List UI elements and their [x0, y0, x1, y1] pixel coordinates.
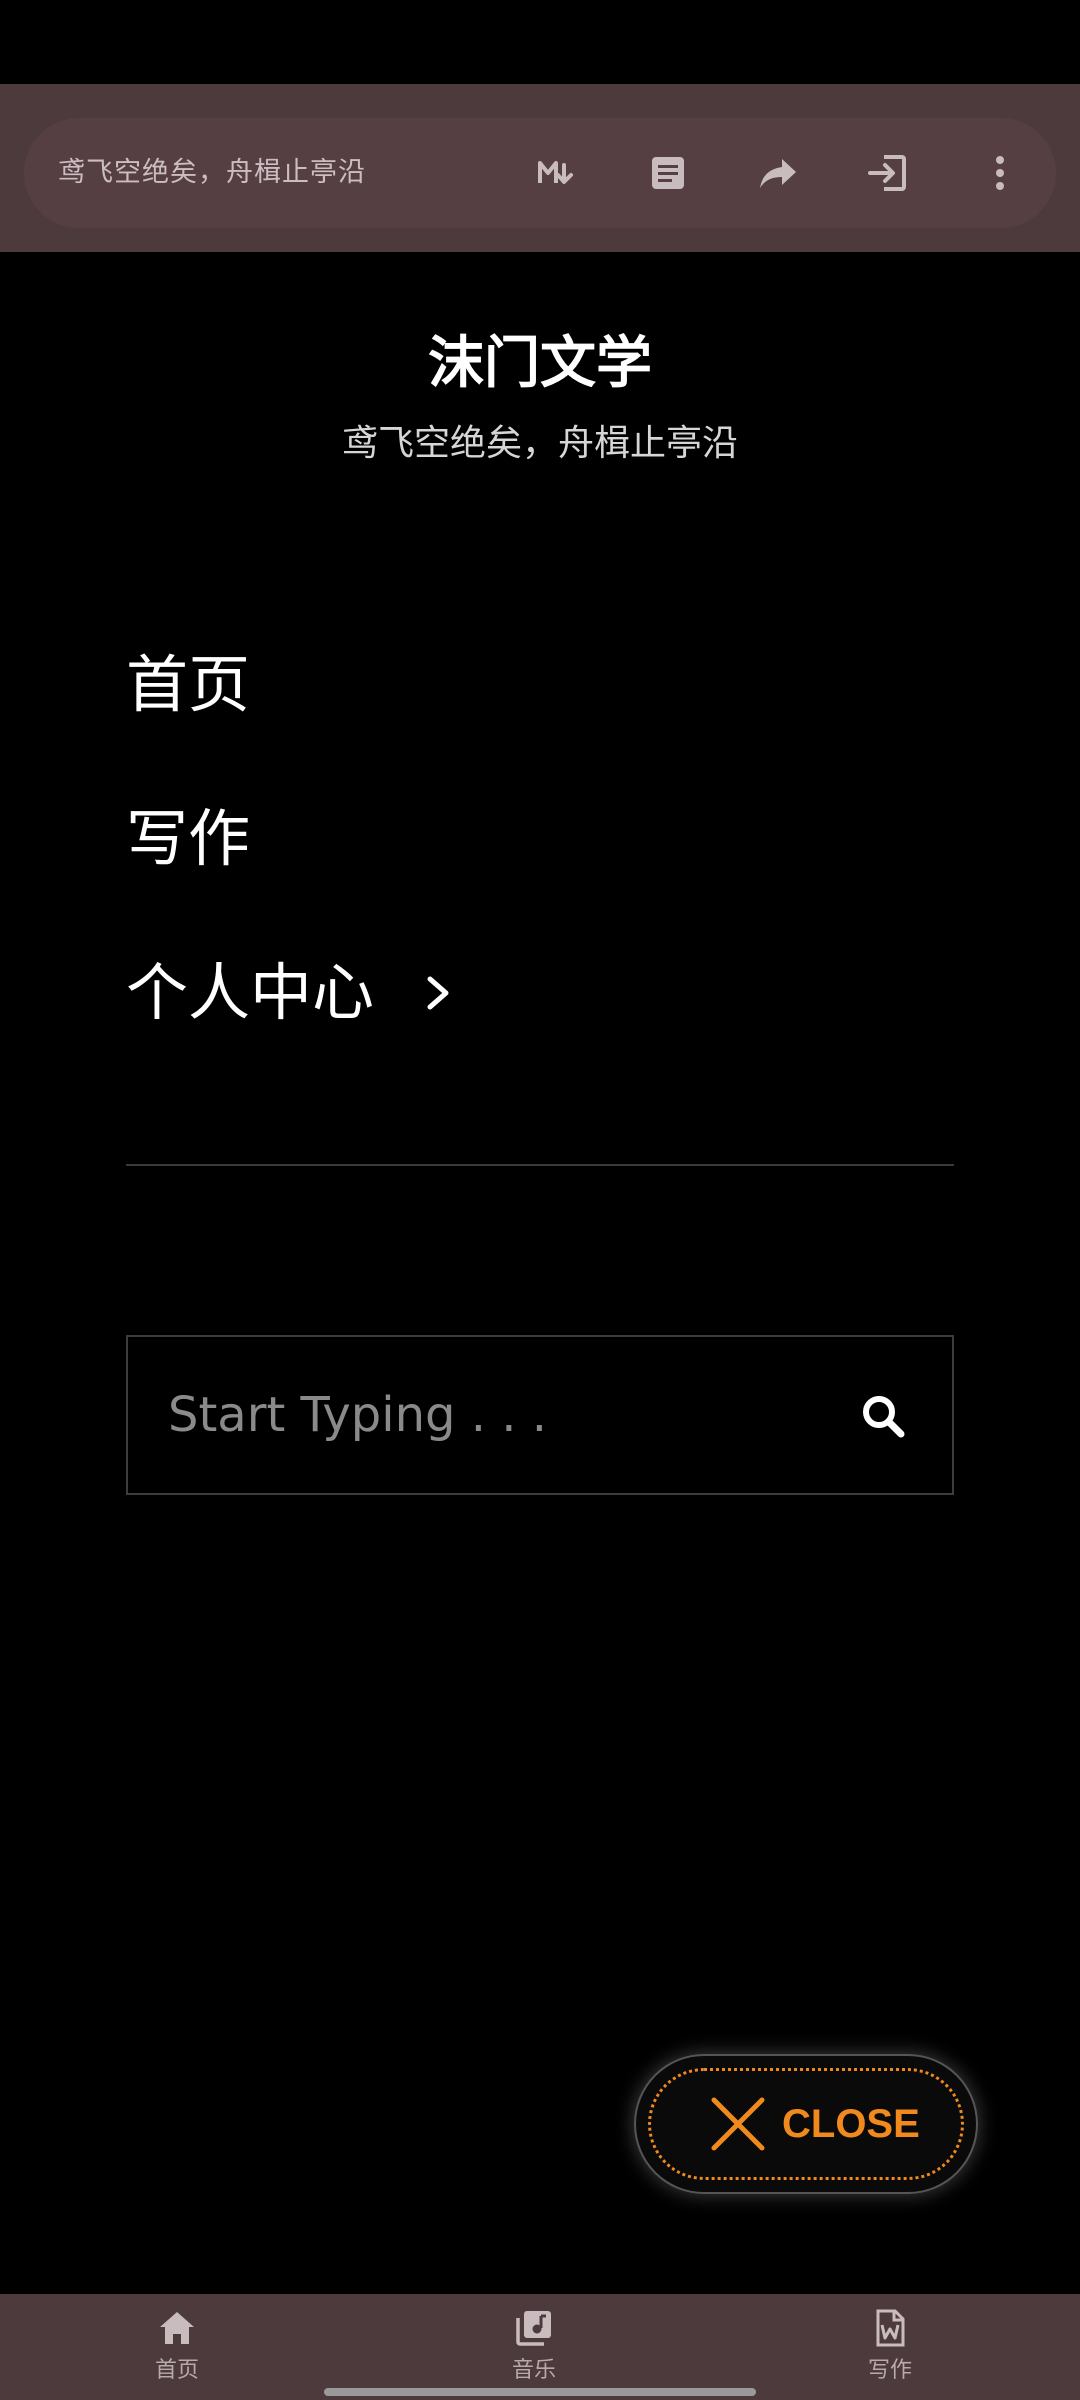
- menu-item-profile[interactable]: 个人中心: [126, 948, 460, 1038]
- status-bar: [0, 0, 1080, 84]
- menu-item-label: 首页: [126, 648, 251, 721]
- word-document-icon: [876, 2309, 905, 2347]
- close-button-label: CLOSE: [782, 2102, 920, 2146]
- nav-item-home[interactable]: 首页: [117, 2308, 237, 2388]
- site-title: 沫门文学: [428, 331, 652, 396]
- chevron-right-icon[interactable]: [424, 971, 460, 1015]
- top-bar-title: 鸢飞空绝矣，舟楫止亭沿: [58, 157, 366, 188]
- nav-item-music[interactable]: 音乐: [474, 2308, 594, 2388]
- close-icon: [711, 2097, 765, 2151]
- music-library-icon: [516, 2311, 551, 2346]
- home-icon: [160, 2312, 194, 2344]
- markdown-icon[interactable]: [528, 145, 584, 201]
- menu-item-writing[interactable]: 写作: [126, 794, 250, 884]
- menu-item-home[interactable]: 首页: [126, 640, 250, 730]
- home-indicator[interactable]: [324, 2388, 756, 2396]
- share-icon[interactable]: [750, 145, 806, 201]
- menu-item-label: 写作: [126, 802, 251, 875]
- nav-item-writing[interactable]: 写作: [830, 2308, 950, 2388]
- top-bar-pill: 鸢飞空绝矣，舟楫止亭沿: [24, 118, 1056, 228]
- exit-icon[interactable]: [860, 145, 916, 201]
- nav-label: 音乐: [511, 2358, 556, 2383]
- site-subtitle: 鸢飞空绝矣，舟楫止亭沿: [341, 423, 738, 464]
- close-button[interactable]: CLOSE: [636, 2056, 976, 2192]
- bottom-navigation: 首页 音乐 写作: [0, 2294, 1080, 2400]
- nav-label: 写作: [867, 2358, 912, 2383]
- top-app-bar: 鸢飞空绝矣，舟楫止亭沿: [0, 84, 1080, 252]
- search-input[interactable]: [168, 1337, 808, 1493]
- menu-divider: [126, 1164, 954, 1166]
- search-box: [126, 1335, 954, 1495]
- nav-label: 首页: [154, 2358, 199, 2383]
- search-icon[interactable]: [854, 1387, 912, 1445]
- more-vertical-icon[interactable]: [972, 145, 1028, 201]
- menu-item-label: 个人中心: [126, 956, 375, 1029]
- article-icon[interactable]: [640, 145, 696, 201]
